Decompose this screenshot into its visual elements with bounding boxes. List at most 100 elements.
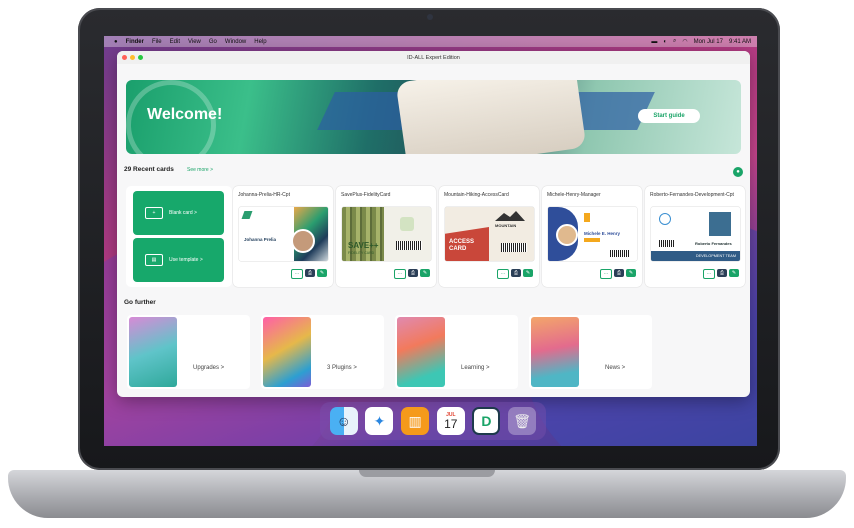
recent-card[interactable]: Mountain-Hiking-AccessCard ACCESS CARD M…	[439, 186, 539, 287]
print-button[interactable]: ⎙	[408, 269, 418, 277]
more-button[interactable]: ···	[600, 269, 612, 279]
recent-card[interactable]: SavePlus-FidelityCard SAVE++ FIDELITY CA…	[336, 186, 436, 287]
menu-edit[interactable]: Edit	[170, 39, 180, 45]
learning-art	[397, 317, 445, 387]
start-guide-button[interactable]: Start guide	[638, 109, 700, 123]
card-name: Johanna-Prelia-HR-Cpt	[238, 192, 290, 198]
news-art	[531, 317, 579, 387]
calendar-day: 17	[444, 417, 458, 431]
calendar-icon[interactable]: JUL 17	[436, 407, 465, 435]
role-badge	[584, 238, 600, 242]
card-name: SavePlus-FidelityCard	[341, 192, 391, 198]
go-further-title: Go further	[124, 299, 156, 306]
edit-button[interactable]: ✎	[729, 269, 739, 277]
trash-icon[interactable]: 🗑	[508, 407, 537, 435]
learning-label: Learning >	[461, 365, 490, 371]
screen: ● Finder File Edit View Go Window Help ▬…	[104, 36, 757, 446]
menu-view[interactable]: View	[188, 39, 201, 45]
dock: ☺ ✦ ▥ JUL 17 D 🗑	[320, 402, 546, 440]
recent-card[interactable]: Johanna-Prelia-HR-Cpt Johanna Prelia ···…	[233, 186, 333, 287]
zoom-window-button[interactable]	[138, 55, 143, 60]
barcode	[659, 240, 675, 247]
photo-avatar	[709, 212, 731, 236]
card-name: Michele-Henry-Manager	[547, 192, 601, 198]
more-button[interactable]: ···	[291, 269, 303, 279]
upgrades-tile[interactable]: Upgrades >	[127, 315, 250, 389]
id-all-icon[interactable]: D	[472, 407, 501, 435]
barcode	[396, 241, 422, 250]
finder-icon[interactable]: ☺	[329, 407, 358, 435]
window-title: ID-ALL Expert Edition	[407, 54, 460, 61]
recent-cards-title: 29 Recent cards	[124, 166, 174, 173]
card-name: Mountain-Hiking-AccessCard	[444, 192, 509, 198]
menu-app-name[interactable]: Finder	[126, 39, 144, 45]
user-avatar-icon[interactable]: ●	[733, 167, 743, 177]
decorative-card	[395, 80, 587, 154]
blank-card-label: Blank card >	[169, 210, 197, 216]
edit-button[interactable]: ✎	[420, 269, 430, 277]
edit-button[interactable]: ✎	[317, 269, 327, 277]
photo-avatar	[291, 229, 315, 253]
plugins-tile[interactable]: 3 Plugins >	[261, 315, 384, 389]
barcode	[610, 250, 630, 257]
menu-date[interactable]: Mon Jul 17	[694, 39, 723, 45]
news-tile[interactable]: News >	[529, 315, 652, 389]
edit-button[interactable]: ✎	[523, 269, 533, 277]
apple-menu-icon[interactable]: ●	[114, 39, 118, 45]
logo-icon	[659, 213, 671, 225]
new-card-panel: + Blank card > ▤ Use template >	[126, 186, 232, 287]
card-person: Michele E. Henry	[584, 231, 621, 236]
edit-button[interactable]: ✎	[626, 269, 636, 277]
mountain-logo	[495, 211, 525, 221]
plugins-art	[263, 317, 311, 387]
card-subline: FIDELITY CARD	[348, 251, 375, 255]
blank-card-button[interactable]: + Blank card >	[133, 191, 224, 235]
close-window-button[interactable]	[122, 55, 127, 60]
minimize-window-button[interactable]	[130, 55, 135, 60]
print-button[interactable]: ⎙	[717, 269, 727, 277]
title-bar: ID-ALL Expert Edition	[117, 51, 750, 64]
card-person: Johanna Prelia	[244, 237, 277, 242]
learning-tile[interactable]: Learning >	[395, 315, 518, 389]
battery-icon[interactable]: ▬	[651, 39, 657, 45]
card-thumbnail: Michele E. Henry	[548, 207, 637, 261]
more-button[interactable]: ···	[497, 269, 509, 279]
plus-icon: +	[145, 207, 163, 219]
wifi-icon[interactable]: ◠	[682, 38, 687, 45]
team-banner: DEVELOPMENT TEAM	[651, 251, 740, 261]
news-label: News >	[605, 365, 626, 371]
print-button[interactable]: ⎙	[511, 269, 521, 277]
print-button[interactable]: ⎙	[614, 269, 624, 277]
template-icon: ▤	[145, 254, 163, 266]
laptop-base	[8, 470, 846, 518]
more-button[interactable]: ···	[394, 269, 406, 279]
print-button[interactable]: ⎙	[305, 269, 315, 277]
search-icon[interactable]: ⌕	[673, 38, 676, 45]
card-headline: ACCESS CARD	[449, 239, 475, 252]
menu-time[interactable]: 9:41 AM	[729, 39, 751, 45]
menu-help[interactable]: Help	[254, 39, 266, 45]
card-brand: MOUNTAIN	[495, 223, 517, 228]
laptop-notch	[359, 470, 495, 477]
menu-file[interactable]: File	[152, 39, 162, 45]
menu-window[interactable]: Window	[225, 39, 246, 45]
upgrades-art	[129, 317, 177, 387]
recent-card[interactable]: Michele-Henry-Manager Michele E. Henry ·…	[542, 186, 642, 287]
control-center-icon[interactable]: ◐	[663, 39, 667, 45]
more-button[interactable]: ···	[703, 269, 715, 279]
welcome-banner: Welcome! Start guide	[126, 80, 741, 154]
recent-card[interactable]: Roberto-Fernandes-Development-Cpt Robert…	[645, 186, 745, 287]
card-headline: SAVE++	[348, 241, 379, 250]
card-person: Roberto Fernandes	[695, 241, 732, 246]
safari-icon[interactable]: ✦	[365, 407, 394, 435]
plugins-label: 3 Plugins >	[327, 365, 357, 371]
menu-go[interactable]: Go	[209, 39, 217, 45]
menu-bar: ● Finder File Edit View Go Window Help ▬…	[104, 36, 757, 47]
card-thumbnail: Roberto Fernandes DEVELOPMENT TEAM	[651, 207, 740, 261]
card-thumbnail: Johanna Prelia	[239, 207, 328, 261]
see-more-link[interactable]: See more >	[187, 167, 213, 173]
use-template-button[interactable]: ▤ Use template >	[133, 238, 224, 282]
books-icon[interactable]: ▥	[401, 407, 430, 435]
card-name: Roberto-Fernandes-Development-Cpt	[650, 192, 734, 198]
barcode	[501, 243, 527, 252]
